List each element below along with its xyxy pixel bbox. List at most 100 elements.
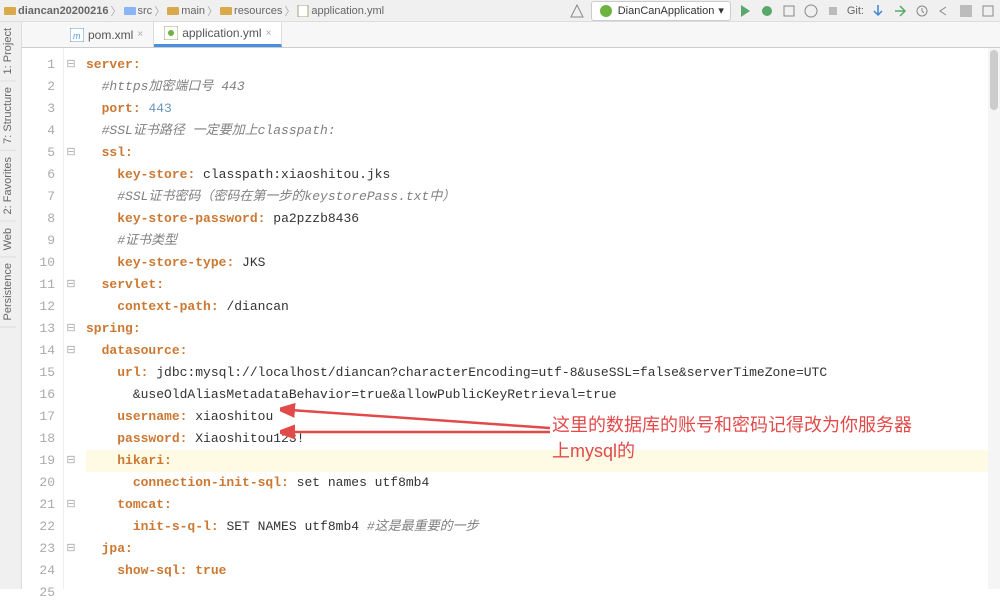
code-line[interactable]: datasource:	[86, 340, 988, 362]
git-commit-icon[interactable]	[892, 3, 908, 19]
tab-pom-xml[interactable]: m pom.xml ×	[60, 22, 154, 47]
fold-marker[interactable]: ⊟	[64, 450, 78, 472]
folder-icon	[124, 5, 136, 17]
code-line[interactable]: port: 443	[86, 98, 988, 120]
stop-icon[interactable]	[825, 3, 841, 19]
fold-marker[interactable]	[64, 252, 78, 274]
editor-tabs: m pom.xml × application.yml ×	[0, 22, 1000, 48]
fold-marker[interactable]	[64, 164, 78, 186]
annotation-arrows	[280, 396, 570, 466]
code-line[interactable]: tomcat:	[86, 494, 988, 516]
breadcrumb-sep: 〉	[207, 3, 218, 19]
code-line[interactable]: key-store-password: pa2pzzb8436	[86, 208, 988, 230]
code-line[interactable]: key-store-type: JKS	[86, 252, 988, 274]
folder-icon	[4, 5, 16, 17]
git-label: Git:	[847, 5, 864, 17]
fold-marker[interactable]	[64, 406, 78, 428]
breadcrumb-folder-resources[interactable]: resources	[220, 5, 282, 17]
fold-marker[interactable]: ⊟	[64, 494, 78, 516]
fold-marker[interactable]	[64, 296, 78, 318]
fold-marker[interactable]: ⊟	[64, 274, 78, 296]
fold-marker[interactable]: ⊟	[64, 54, 78, 76]
fold-marker[interactable]	[64, 472, 78, 494]
code-line[interactable]	[86, 582, 988, 604]
side-tab-web[interactable]: Web	[0, 222, 16, 257]
fold-marker[interactable]	[64, 76, 78, 98]
line-number: 3	[26, 98, 55, 120]
code-line[interactable]: show-sql: true	[86, 560, 988, 582]
line-number: 23	[26, 538, 55, 560]
code-line[interactable]: jpa:	[86, 538, 988, 560]
code-line[interactable]: connection-init-sql: set names utf8mb4	[86, 472, 988, 494]
side-tab-project[interactable]: 1: Project	[0, 22, 16, 81]
coverage-icon[interactable]	[781, 3, 797, 19]
fold-marker[interactable]	[64, 208, 78, 230]
line-number-gutter: 1234567891011121314151617181920212223242…	[22, 48, 64, 589]
line-number: 1	[26, 54, 55, 76]
code-line[interactable]: #SSL证书密码（密码在第一步的keystorePass.txt中）	[86, 186, 988, 208]
breadcrumb-folder-main[interactable]: main	[167, 5, 205, 17]
code-line[interactable]: key-store: classpath:xiaoshitou.jks	[86, 164, 988, 186]
fold-marker[interactable]	[64, 230, 78, 252]
breadcrumb-sep: 〉	[284, 3, 295, 19]
fold-marker[interactable]	[64, 186, 78, 208]
fold-marker[interactable]	[64, 428, 78, 450]
breadcrumb-label: main	[181, 5, 205, 17]
fold-marker[interactable]	[64, 120, 78, 142]
line-number: 19	[26, 450, 55, 472]
ide-settings-icon[interactable]	[958, 3, 974, 19]
fold-marker[interactable]	[64, 560, 78, 582]
debug-icon[interactable]	[759, 3, 775, 19]
close-icon[interactable]: ×	[266, 28, 272, 39]
line-number: 17	[26, 406, 55, 428]
fold-marker[interactable]: ⊟	[64, 142, 78, 164]
fold-marker[interactable]	[64, 98, 78, 120]
scroll-thumb[interactable]	[990, 50, 998, 110]
code-line[interactable]: spring:	[86, 318, 988, 340]
fold-marker[interactable]	[64, 582, 78, 604]
side-tab-structure[interactable]: 7: Structure	[0, 81, 16, 151]
line-number: 2	[26, 76, 55, 98]
code-line[interactable]: #证书类型	[86, 230, 988, 252]
git-history-icon[interactable]	[914, 3, 930, 19]
fold-marker[interactable]	[64, 362, 78, 384]
fold-marker[interactable]	[64, 384, 78, 406]
fold-marker[interactable]: ⊟	[64, 340, 78, 362]
side-tab-persistence[interactable]: Persistence	[0, 257, 16, 327]
line-number: 18	[26, 428, 55, 450]
git-rollback-icon[interactable]	[936, 3, 952, 19]
breadcrumb-file[interactable]: application.yml	[297, 5, 384, 17]
code-line[interactable]: ssl:	[86, 142, 988, 164]
code-line[interactable]: context-path: /diancan	[86, 296, 988, 318]
code-line[interactable]: #https加密端口号 443	[86, 76, 988, 98]
run-icon[interactable]	[737, 3, 753, 19]
breadcrumb-project[interactable]: diancan20200216	[4, 5, 109, 17]
run-config-dropdown[interactable]: DianCanApplication ▾	[591, 1, 731, 21]
breadcrumb-sep: 〉	[111, 3, 122, 19]
yaml-file-icon	[297, 5, 309, 17]
folder-icon	[167, 5, 179, 17]
chevron-down-icon: ▾	[718, 4, 724, 17]
code-line[interactable]: #SSL证书路径 一定要加上classpath:	[86, 120, 988, 142]
side-tab-favorites[interactable]: 2: Favorites	[0, 151, 16, 221]
profile-icon[interactable]	[803, 3, 819, 19]
vertical-scrollbar[interactable]	[988, 48, 1000, 589]
code-line[interactable]: servlet:	[86, 274, 988, 296]
code-editor[interactable]: server: #https加密端口号 443 port: 443 #SSL证书…	[78, 48, 988, 589]
code-line[interactable]: server:	[86, 54, 988, 76]
breadcrumb-sep: 〉	[154, 3, 165, 19]
toolbar-right: DianCanApplication ▾ Git:	[569, 1, 996, 21]
fold-marker[interactable]: ⊟	[64, 318, 78, 340]
git-update-icon[interactable]	[870, 3, 886, 19]
search-everywhere-icon[interactable]	[980, 3, 996, 19]
build-icon[interactable]	[569, 3, 585, 19]
code-line[interactable]: url: jdbc:mysql://localhost/diancan?char…	[86, 362, 988, 384]
close-icon[interactable]: ×	[137, 29, 143, 40]
line-number: 6	[26, 164, 55, 186]
breadcrumb-file-label: application.yml	[311, 5, 384, 17]
fold-marker[interactable]	[64, 516, 78, 538]
fold-marker[interactable]: ⊟	[64, 538, 78, 560]
code-line[interactable]: init-s-q-l: SET NAMES utf8mb4 #这是最重要的一步	[86, 516, 988, 538]
tab-application-yml[interactable]: application.yml ×	[154, 22, 282, 47]
breadcrumb-folder-src[interactable]: src	[124, 5, 153, 17]
